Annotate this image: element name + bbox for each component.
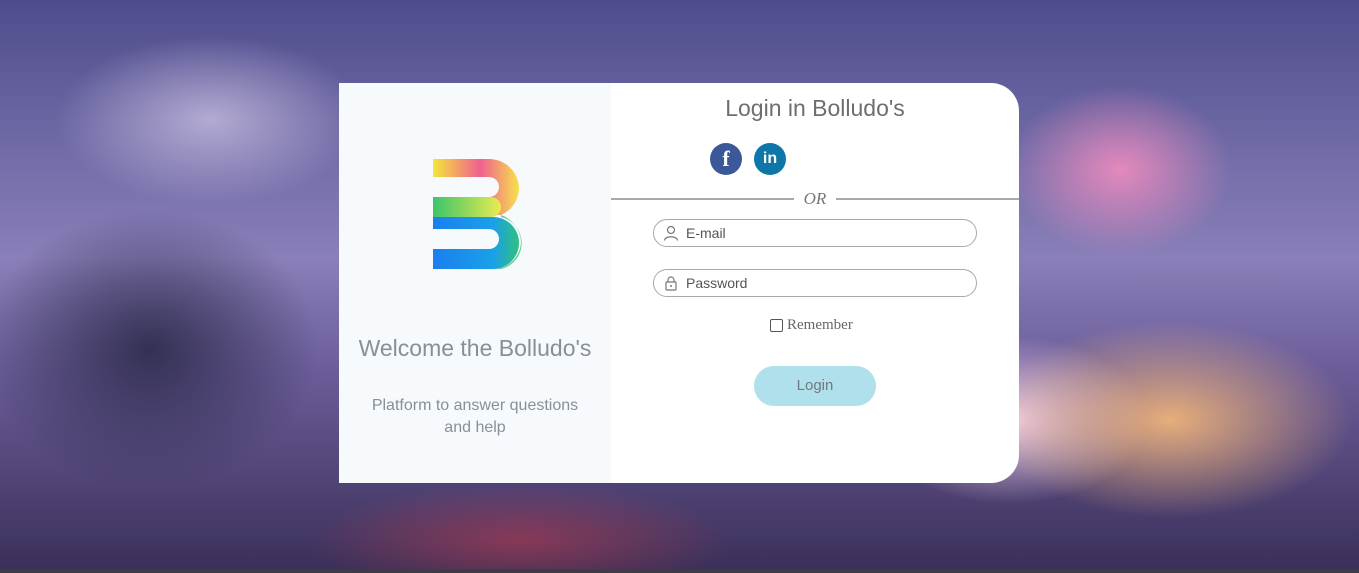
facebook-icon[interactable]: f: [710, 143, 742, 175]
password-field[interactable]: [653, 269, 977, 297]
bolludo-logo: [433, 159, 522, 269]
or-label: OR: [803, 189, 827, 208]
remember-checkbox[interactable]: [770, 319, 783, 332]
lock-icon: [665, 276, 677, 291]
email-input[interactable]: [686, 223, 966, 243]
remember-label: Remember: [787, 317, 853, 333]
or-divider: OR: [611, 189, 1019, 209]
login-panel: Login in Bolludo's f in OR Remem: [611, 83, 1019, 483]
login-title: Login in Bolludo's: [725, 95, 905, 121]
login-card: Welcome the Bolludo's Platform to answer…: [339, 83, 1019, 483]
user-icon: [663, 225, 679, 241]
password-input[interactable]: [686, 273, 966, 293]
divider-line-left: [611, 198, 794, 200]
linkedin-icon[interactable]: in: [754, 143, 786, 175]
login-button[interactable]: Login: [754, 366, 876, 406]
email-field[interactable]: [653, 219, 977, 247]
welcome-tagline: Platform to answer questions and help: [371, 397, 579, 436]
remember-option[interactable]: Remember: [770, 317, 853, 334]
bottom-edge: [0, 569, 1359, 573]
welcome-heading: Welcome the Bolludo's: [358, 335, 592, 361]
divider-line-right: [836, 198, 1019, 200]
welcome-panel: Welcome the Bolludo's Platform to answer…: [339, 83, 611, 483]
